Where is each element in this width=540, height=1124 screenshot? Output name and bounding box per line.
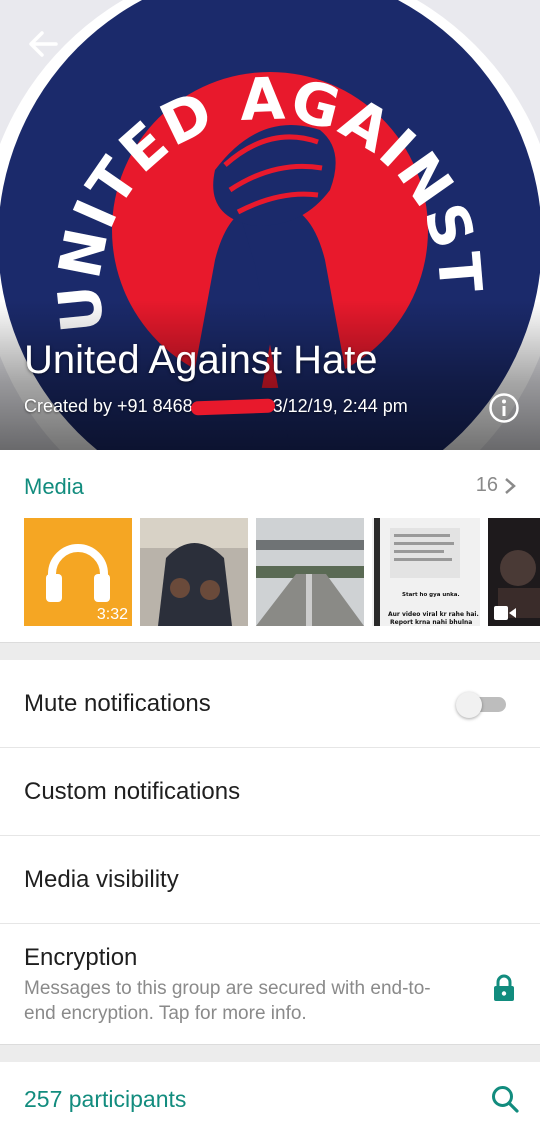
chevron-right-icon: [505, 477, 516, 494]
doc-snippet-3: Report krna nahi bhulna: [390, 619, 472, 626]
created-suffix: 3/12/19, 2:44 pm: [272, 396, 408, 416]
participants-header: 257 participants: [0, 1062, 540, 1124]
mute-notifications-label: Mute notifications: [24, 690, 211, 717]
mute-notifications-row[interactable]: Mute notifications: [0, 660, 540, 748]
created-info: Created by +91 8468 3/12/19, 2:44 pm: [24, 394, 444, 418]
media-thumbnails: 3:32 Start ho gya unka. Aur video viral …: [24, 518, 540, 626]
search-icon[interactable]: [490, 1084, 520, 1114]
media-visibility-row[interactable]: Media visibility: [0, 836, 540, 924]
settings-list: Mute notifications Custom notifications …: [0, 660, 540, 1046]
encryption-title: Encryption: [24, 944, 138, 971]
info-icon[interactable]: [488, 392, 520, 424]
media-count-link[interactable]: 16: [476, 474, 516, 497]
back-arrow-icon[interactable]: [22, 24, 62, 64]
section-divider: [0, 1044, 540, 1062]
custom-notifications-row[interactable]: Custom notifications: [0, 748, 540, 836]
group-header-image: UNITED AGAINST HATE United Against Hate …: [0, 0, 540, 450]
video-camera-icon: [494, 606, 516, 620]
doc-snippet-1: Start ho gya unka.: [402, 592, 460, 598]
encryption-row[interactable]: Encryption Messages to this group are se…: [0, 924, 540, 1046]
mute-toggle[interactable]: [456, 692, 506, 718]
participants-count: 257 participants: [24, 1086, 187, 1112]
audio-duration: 3:32: [96, 606, 128, 623]
video-thumbnail[interactable]: [488, 518, 540, 626]
media-visibility-label: Media visibility: [24, 866, 179, 893]
media-count: 16: [475, 474, 498, 496]
created-prefix: Created by +91 8468: [24, 396, 193, 416]
media-section: Media 16 3:32 Start ho gya unka. Aur vid…: [0, 450, 540, 642]
group-name: United Against Hate: [24, 338, 378, 382]
custom-notifications-label: Custom notifications: [24, 778, 241, 805]
redaction-mark: [190, 398, 275, 416]
doc-snippet-2: Aur video viral kr rahe hai.: [388, 611, 479, 618]
section-divider: [0, 642, 540, 660]
photo-thumbnail[interactable]: [256, 518, 364, 626]
photo-thumbnail[interactable]: [140, 518, 248, 626]
media-label: Media: [24, 474, 84, 499]
encryption-description: Messages to this group are secured with …: [24, 978, 431, 1024]
audio-thumbnail[interactable]: 3:32: [24, 518, 132, 626]
lock-icon: [494, 974, 514, 1001]
screenshot-thumbnail[interactable]: Start ho gya unka. Aur video viral kr ra…: [372, 518, 480, 626]
